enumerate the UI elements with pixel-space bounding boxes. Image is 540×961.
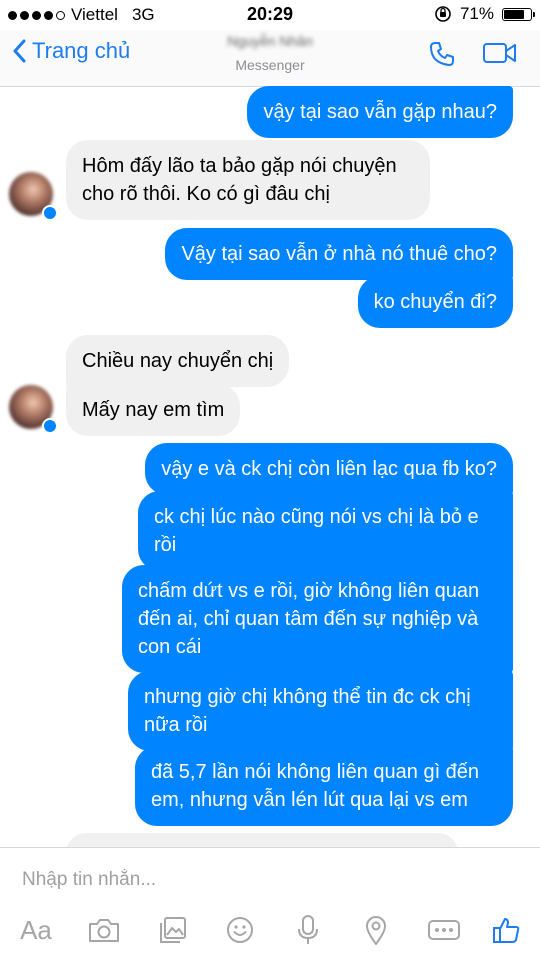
message-bubble-outgoing[interactable]: nhưng giờ chị không thể tin đc ck chị nữ… — [128, 671, 513, 751]
back-button[interactable]: Trang chủ — [12, 38, 130, 64]
phone-icon — [430, 42, 454, 66]
message-bubble-outgoing[interactable]: đã 5,7 lần nói không liên quan gì đến em… — [135, 746, 513, 826]
status-bar: Viettel 3G 20:29 71% — [0, 0, 540, 30]
conversation-subtitle: Messenger — [235, 57, 305, 73]
message-input[interactable] — [20, 864, 504, 896]
thumbs-up-icon — [493, 918, 520, 943]
conversation-title[interactable]: Nguyễn Nhân Messenger — [190, 33, 350, 73]
more-icon — [428, 920, 460, 940]
text-style-button[interactable]: Aa — [14, 912, 58, 948]
conversation-header: Trang chủ Nguyễn Nhân Messenger — [0, 30, 540, 87]
voice-button[interactable] — [288, 912, 328, 948]
contact-name: Nguyễn Nhân — [227, 33, 313, 49]
messenger-badge-icon — [42, 205, 58, 221]
message-bubble-outgoing[interactable]: ko chuyển đi? — [357, 276, 513, 328]
camera-button[interactable] — [84, 912, 124, 948]
battery-percent: 71% — [459, 4, 494, 23]
message-bubble-outgoing[interactable]: vậy e và ck chị còn liên lạc qua fb ko? — [145, 443, 513, 495]
photos-button[interactable] — [153, 912, 193, 948]
message-bubble-outgoing[interactable]: chấm dứt vs e rồi, giờ không liên quan đ… — [122, 565, 513, 673]
photos-icon — [160, 917, 186, 943]
message-bubble-incoming[interactable]: Mấy nay em tìm — [66, 384, 241, 436]
message-bubble-outgoing[interactable]: vậy tại sao vẫn gặp nhau? — [247, 86, 513, 138]
smiley-icon — [227, 917, 253, 943]
location-pin-icon — [366, 916, 386, 945]
messenger-badge-icon — [42, 418, 58, 434]
phone-call-button[interactable] — [428, 40, 456, 68]
message-bubble-incoming[interactable]: Hôm đấy lão ta bảo gặp nói chuyện cho rõ… — [66, 140, 430, 220]
back-label: Trang chủ — [32, 38, 131, 63]
message-bubble-outgoing[interactable]: ck chị lúc nào cũng nói vs chị là bỏ e r… — [138, 491, 513, 571]
location-button[interactable] — [356, 912, 396, 948]
message-composer: Aa — [0, 847, 540, 961]
message-bubble-incoming[interactable]: Chiều nay chuyển chị — [66, 335, 290, 387]
status-right: 71% — [434, 4, 535, 24]
sticker-button[interactable] — [220, 912, 260, 948]
orientation-lock-icon — [434, 5, 452, 23]
microphone-icon — [298, 915, 318, 944]
camera-icon — [89, 919, 119, 942]
composer-toolbar: Aa — [0, 912, 540, 952]
battery-icon — [502, 7, 535, 21]
more-button[interactable] — [424, 912, 464, 948]
chevron-left-icon — [13, 39, 26, 63]
text-style-label: Aa — [20, 914, 52, 945]
call-actions — [428, 40, 518, 68]
message-bubble-outgoing[interactable]: Vậy tại sao vẫn ở nhà nó thuê cho? — [165, 228, 513, 280]
video-call-button[interactable] — [482, 40, 518, 68]
video-camera-icon — [483, 43, 516, 63]
like-button[interactable] — [486, 912, 526, 948]
